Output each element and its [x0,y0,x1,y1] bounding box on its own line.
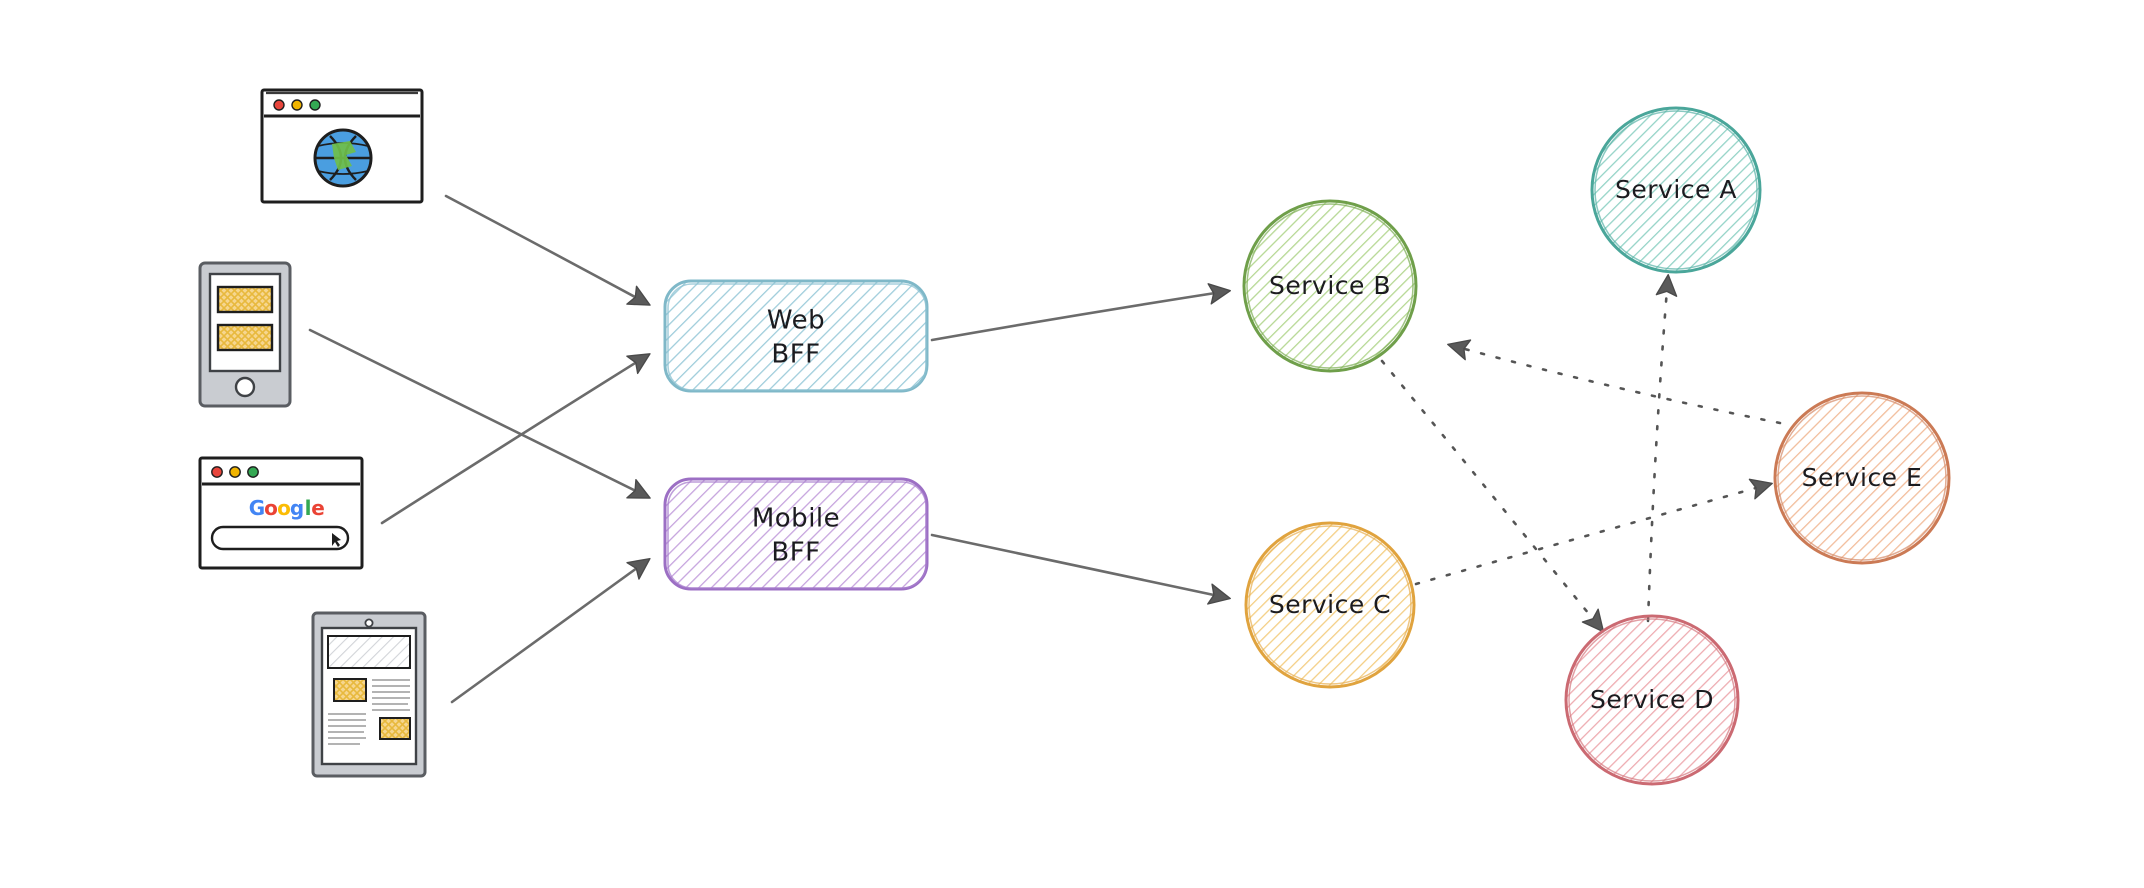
tablet-hero-image [327,635,411,669]
edge-service-c-to-service-e [1414,478,1773,586]
node-mobile-bff[interactable]: Mobile BFF [663,477,929,591]
dotted-edges [1380,273,1782,633]
tablet-thumb-1 [333,678,367,702]
traffic-light-green-icon [247,466,259,478]
service-d-label: Service D [1590,685,1714,714]
node-service-a[interactable]: Service A [1590,106,1762,274]
node-service-e[interactable]: Service E [1773,391,1951,565]
traffic-light-red-icon [211,466,223,478]
globe-icon [313,128,373,188]
phone-home-button-icon [234,376,256,398]
node-service-b[interactable]: Service B [1242,199,1418,373]
svg-text:e: e [311,496,325,520]
web-bff-label-line1: Web [767,306,825,336]
mobile-bff-label-line2: BFF [771,538,820,568]
web-bff-label-line2: BFF [771,340,820,370]
edge-service-d-to-service-a [1646,273,1678,623]
mobile-bff-label-line1: Mobile [752,504,840,534]
node-service-c[interactable]: Service C [1244,521,1416,689]
svg-text:o: o [277,496,291,520]
service-e-label: Service E [1802,463,1923,492]
edge-web-bff-to-service-b [930,283,1231,342]
edge-browser-google-to-web-bff [380,353,651,525]
solid-edges [308,194,1231,704]
edge-browser-globe-to-web-bff [444,194,651,306]
client-phone[interactable] [198,261,292,408]
node-service-d[interactable]: Service D [1564,614,1740,786]
service-b-label: Service B [1269,271,1391,300]
svg-text:g: g [290,496,304,520]
diagram-canvas: G o o g l e Web BFF Mobile BFF Service B… [198,88,1951,786]
google-logo: G o o g l e [249,496,325,520]
client-tablet[interactable] [311,611,427,778]
edge-tablet-to-mobile-bff [450,557,651,704]
traffic-light-yellow-icon [291,99,303,111]
traffic-light-yellow-icon [229,466,241,478]
phone-content-block-2 [216,323,274,352]
service-a-label: Service A [1615,175,1737,204]
client-browser-globe[interactable] [260,88,424,204]
edge-mobile-bff-to-service-c [930,533,1231,605]
google-search-input[interactable] [210,525,350,551]
service-c-label: Service C [1269,590,1391,619]
traffic-light-green-icon [309,99,321,111]
tablet-camera-icon [364,618,374,628]
tablet-thumb-2 [379,717,411,740]
phone-content-block-1 [216,285,274,314]
client-browser-google[interactable]: G o o g l e [198,456,364,570]
edge-service-b-to-service-d [1380,359,1605,633]
traffic-light-red-icon [273,99,285,111]
svg-text:G: G [249,496,265,520]
edge-service-e-to-service-b [1447,339,1782,425]
svg-text:o: o [264,496,278,520]
node-web-bff[interactable]: Web BFF [663,279,929,393]
